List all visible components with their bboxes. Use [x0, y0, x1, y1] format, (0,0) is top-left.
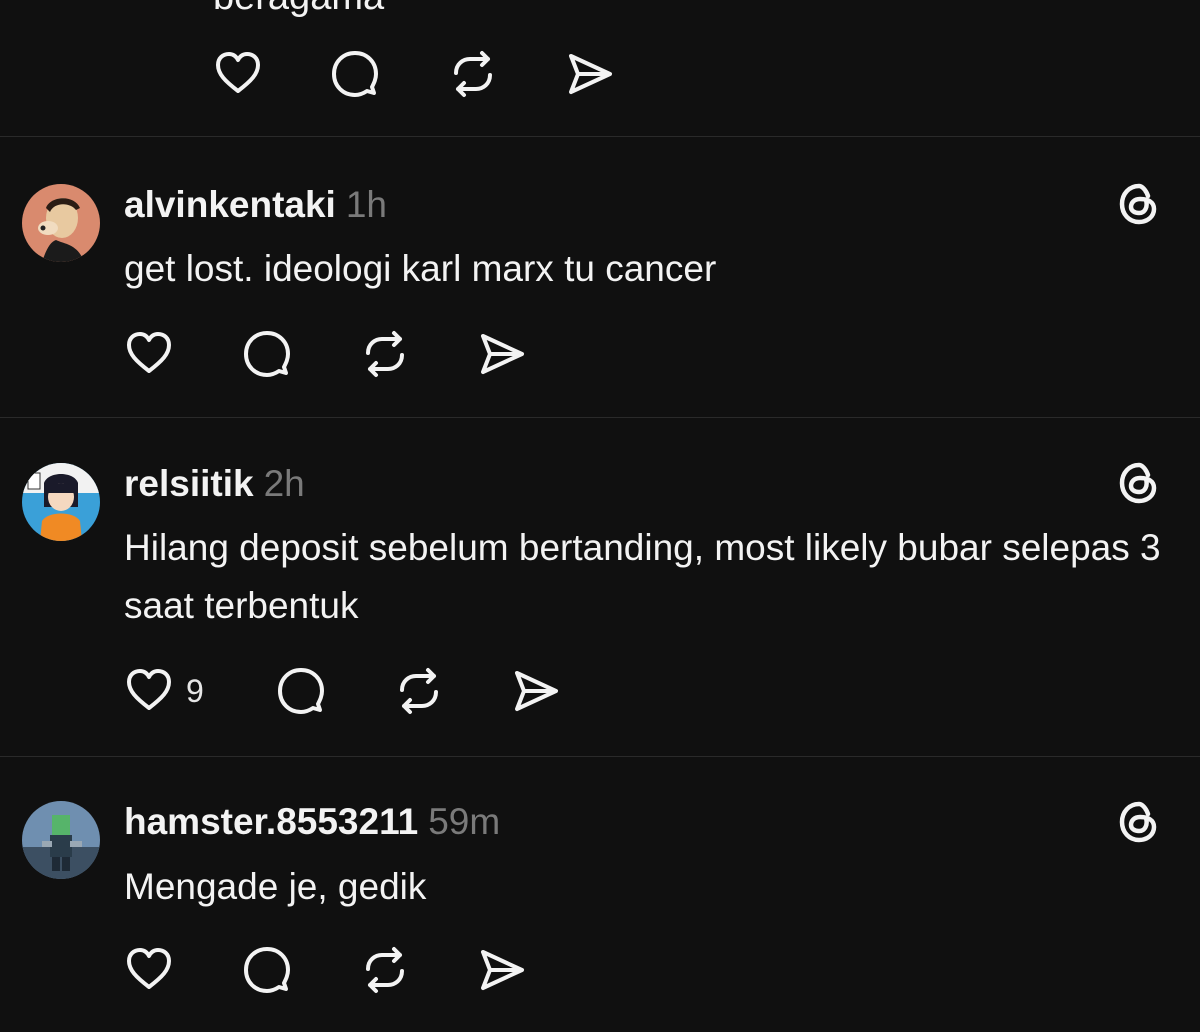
share-button[interactable] — [511, 666, 561, 716]
comment-bubble-icon — [332, 51, 378, 97]
post-header: hamster.8553211 59m — [124, 803, 500, 840]
post-hamster: hamster.8553211 59m Mengade je, gedik — [0, 757, 1200, 1032]
threads-logo-icon — [1116, 799, 1162, 845]
heart-icon — [127, 332, 171, 373]
avatar[interactable] — [22, 184, 100, 262]
username[interactable]: alvinkentaki — [124, 184, 336, 225]
timestamp: 59m — [428, 801, 501, 842]
heart-icon — [127, 948, 171, 989]
like-button[interactable] — [124, 666, 174, 716]
like-count: 9 — [186, 673, 204, 709]
repost-button[interactable] — [394, 666, 444, 716]
reply-button[interactable] — [242, 945, 292, 995]
like-button[interactable] — [124, 945, 174, 995]
timestamp: 1h — [345, 184, 387, 225]
heart-icon — [216, 52, 260, 93]
threads-logo-icon — [1116, 460, 1162, 506]
post-text: Mengade je, gedik — [124, 866, 427, 907]
avatar[interactable] — [22, 463, 100, 541]
post-text: Hilang deposit sebelum bertanding, most … — [124, 527, 1161, 626]
timestamp: 2h — [263, 463, 305, 504]
post-relsiitik: relsiitik 2h Hilang deposit sebelum berta… — [0, 418, 1200, 757]
repost-button[interactable] — [360, 329, 410, 379]
post-alvinkentaki: alvinkentaki 1h get lost. ideologi karl m… — [0, 137, 1200, 418]
heart-icon — [127, 669, 171, 710]
send-plane-icon — [481, 334, 524, 374]
comment-bubble-icon — [244, 947, 290, 993]
avatar[interactable] — [22, 801, 100, 879]
comment-bubble-icon — [244, 331, 290, 377]
username[interactable]: hamster.8553211 — [124, 801, 418, 842]
send-plane-icon — [569, 54, 612, 94]
like-button[interactable] — [124, 329, 174, 379]
share-button[interactable] — [565, 49, 615, 99]
share-button[interactable] — [477, 329, 527, 379]
username[interactable]: relsiitik — [124, 463, 254, 504]
repost-arrows-icon — [366, 947, 404, 993]
reply-button[interactable] — [276, 666, 326, 716]
repost-arrows-icon — [454, 51, 492, 97]
reply-button[interactable] — [330, 49, 380, 99]
send-plane-icon — [515, 671, 558, 711]
like-button[interactable] — [213, 49, 263, 99]
action-bar — [124, 329, 544, 379]
previous-post-text: beragama — [213, 0, 384, 16]
action-bar — [213, 49, 633, 99]
send-plane-icon — [481, 950, 524, 990]
repost-button[interactable] — [360, 945, 410, 995]
share-button[interactable] — [477, 945, 527, 995]
repost-button[interactable] — [448, 49, 498, 99]
repost-arrows-icon — [400, 668, 438, 714]
threads-logo-icon — [1116, 181, 1162, 227]
action-bar — [124, 945, 544, 995]
action-bar: 9 — [124, 666, 584, 716]
post-header: alvinkentaki 1h — [124, 186, 387, 223]
post-text: get lost. ideologi karl marx tu cancer — [124, 248, 717, 289]
post-header: relsiitik 2h — [124, 465, 305, 502]
repost-arrows-icon — [366, 331, 404, 377]
comment-bubble-icon — [278, 668, 324, 714]
previous-post: beragama — [0, 0, 1200, 137]
reply-button[interactable] — [242, 329, 292, 379]
